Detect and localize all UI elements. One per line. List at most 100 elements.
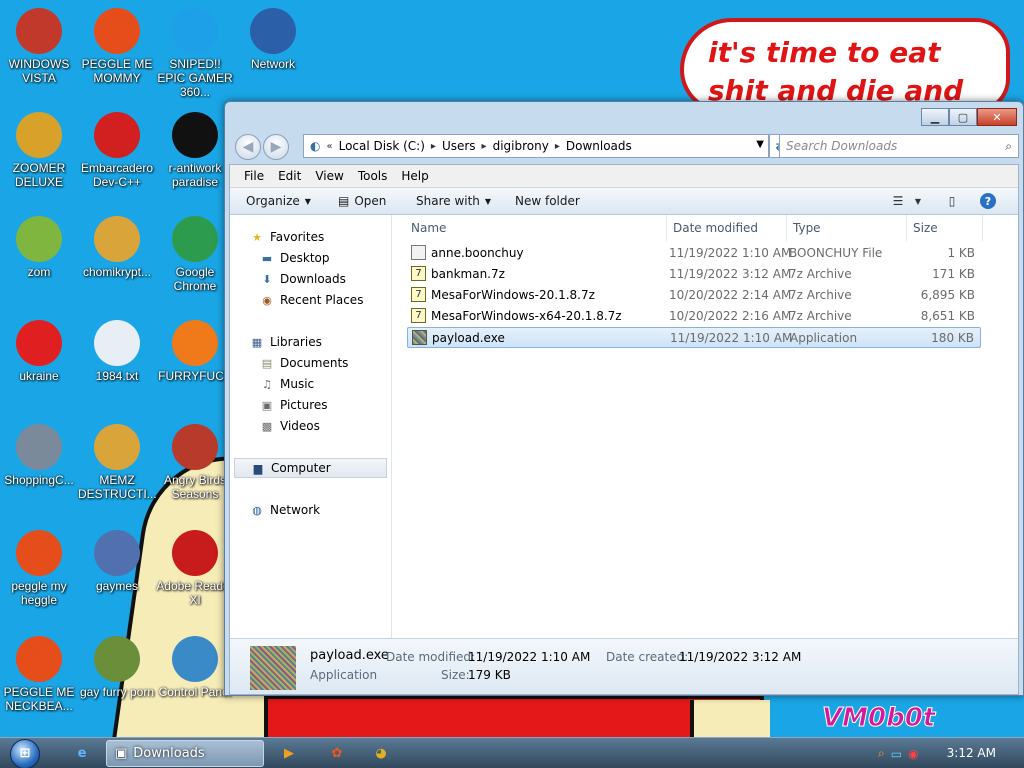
menu-tools[interactable]: Tools <box>358 169 388 183</box>
search-tray-icon[interactable]: ⌕ <box>878 746 885 761</box>
new-folder-button[interactable]: New folder <box>515 194 580 208</box>
nav-favorites[interactable]: ★ Favorites <box>250 227 391 247</box>
desktop-icon-item[interactable]: ZOOMER DELUXE <box>0 112 78 189</box>
desktop-icon-item[interactable]: 1984.txt <box>78 320 156 383</box>
nav-desktop[interactable]: ▬ Desktop <box>260 248 391 268</box>
chrome-icon[interactable]: ◕ <box>370 740 392 767</box>
desktop-icon-item[interactable]: SNIPED!! EPIC GAMER 360... <box>156 8 234 99</box>
nav-videos[interactable]: ▩ Videos <box>260 416 391 436</box>
display-tray-icon[interactable]: ▭ <box>891 747 902 761</box>
menu-edit[interactable]: Edit <box>278 169 301 183</box>
menu-file[interactable]: File <box>244 169 264 183</box>
pinned-app-icon[interactable]: ✿ <box>326 740 348 767</box>
file-row[interactable]: payload.exe 11/19/2022 1:10 AM Application… <box>407 327 981 348</box>
desktop-icon-item[interactable]: Adobe Reader XI <box>156 530 234 607</box>
nav-pictures[interactable]: ▣ Pictures <box>260 395 391 415</box>
explorer-window[interactable]: ▁ ▢ ✕ ◀ ▶ ◐ « Local Disk (C:) ▸ Users ▸ … <box>224 101 1024 696</box>
desktop-icon-item[interactable]: ukraine <box>0 320 78 383</box>
address-bar[interactable]: ◐ « Local Disk (C:) ▸ Users ▸ digibrony … <box>303 134 769 158</box>
desktop-icon-item[interactable]: WINDOWS VISTA <box>0 8 78 85</box>
breadcrumb-separator-icon[interactable]: ▸ <box>482 141 487 152</box>
nav-music[interactable]: ♫ Music <box>260 374 391 394</box>
breadcrumb-separator-icon[interactable]: ▸ <box>555 141 560 152</box>
breadcrumb-downloads[interactable]: Downloads <box>566 139 632 153</box>
open-button[interactable]: ▤ Open <box>338 194 386 208</box>
file-type: BOONCHUY File <box>789 246 883 260</box>
breadcrumb-local-disk[interactable]: Local Disk (C:) <box>339 139 425 153</box>
nav-downloads[interactable]: ⬇ Downloads <box>260 269 391 289</box>
menu-view[interactable]: View <box>315 169 343 183</box>
view-options-icon[interactable]: ☰ <box>888 192 908 210</box>
menu-help[interactable]: Help <box>401 169 428 183</box>
organize-button[interactable]: Organize ▼ <box>246 194 311 208</box>
column-date-label: Date modified <box>673 221 759 235</box>
desktop-icon-item[interactable]: chomikrypt... <box>78 216 156 279</box>
desktop-icon-item[interactable]: Network <box>234 8 312 71</box>
search-icon[interactable]: ⌕ <box>1005 139 1012 154</box>
controlpanel-icon <box>172 636 218 682</box>
search-placeholder: Search Downloads <box>786 139 898 153</box>
pictures-icon: ▣ <box>261 398 273 412</box>
star-icon: ★ <box>252 230 262 244</box>
preview-pane-icon[interactable]: ▯ <box>942 192 962 210</box>
file-row[interactable]: 7 MesaForWindows-x64-20.1.8.7z 10/20/2022 … <box>407 306 981 327</box>
file-row[interactable]: 7 bankman.7z 11/19/2022 3:12 AM 7z Archive 1… <box>407 264 981 285</box>
clock[interactable]: 3:12 AM <box>947 746 996 760</box>
view-dropdown-icon[interactable]: ▼ <box>908 192 928 210</box>
open-label: Open <box>354 194 387 208</box>
maximize-button[interactable]: ▢ <box>949 108 977 126</box>
nav-recent-places[interactable]: ◉ Recent Places <box>260 290 391 310</box>
ie-icon[interactable]: e <box>68 740 96 767</box>
desktop-icon-item[interactable]: gaymes <box>78 530 156 593</box>
desktop-icon-item[interactable]: zom <box>0 216 78 279</box>
nav-documents[interactable]: ▤ Documents <box>260 353 391 373</box>
nav-desktop-label: Desktop <box>280 251 330 265</box>
close-button[interactable]: ✕ <box>977 108 1017 126</box>
desktop-icon-item[interactable]: PEGGLE ME NECKBEA... <box>0 636 78 713</box>
column-type-label: Type <box>793 221 821 235</box>
window-titlebar[interactable]: ▁ ▢ ✕ <box>225 102 1023 132</box>
taskbar-explorer-window[interactable]: ▣ Downloads <box>106 740 264 767</box>
media-player-icon[interactable]: ▶ <box>278 740 300 767</box>
forward-button[interactable]: ▶ <box>263 134 289 160</box>
desktop-icon-item[interactable]: FURRYFUCK <box>156 320 234 383</box>
games-icon <box>94 530 140 576</box>
desktop-icon-item[interactable]: PEGGLE ME MOMMY <box>78 8 156 85</box>
address-dropdown-icon[interactable]: ▼ <box>756 139 764 150</box>
desktop-icon-item[interactable]: Embarcadero Dev-C++ <box>78 112 156 189</box>
desktop-icon-item[interactable]: ShoppingC... <box>0 424 78 487</box>
record-tray-icon[interactable]: ◉ <box>908 747 918 761</box>
desktop-icon-item[interactable]: Google Chrome <box>156 216 234 293</box>
desktop-icon-item[interactable]: peggle my heggle <box>0 530 78 607</box>
file-row[interactable]: 7 MesaForWindows-20.1.8.7z 10/20/2022 2:14… <box>407 285 981 306</box>
antiwork-icon <box>172 112 218 158</box>
minimize-button[interactable]: ▁ <box>921 108 949 126</box>
desktop-icon-item[interactable]: MEMZ DESTRUCTI... <box>78 424 157 501</box>
desktop-icon-item[interactable]: Control Panel <box>156 636 234 699</box>
nav-recent-label: Recent Places <box>280 293 364 307</box>
start-button[interactable]: ⊞ <box>6 738 44 768</box>
nav-videos-label: Videos <box>280 419 320 433</box>
search-box[interactable]: Search Downloads ⌕ <box>779 134 1019 158</box>
file-row[interactable]: anne.boonchuy 11/19/2022 1:10 AM BOONCHUY … <box>407 243 981 264</box>
column-type[interactable]: Type <box>787 215 907 241</box>
nav-libraries[interactable]: ▦ Libraries <box>250 332 391 352</box>
desktop-icon-item[interactable]: gay furry porn <box>78 636 156 699</box>
desktop-icon-item[interactable]: r-antiwork paradise <box>156 112 234 189</box>
back-button[interactable]: ◀ <box>235 134 261 160</box>
breadcrumb-users[interactable]: Users <box>442 139 476 153</box>
breadcrumb-overflow-icon[interactable]: « <box>326 141 332 152</box>
nav-computer[interactable]: ▆ Computer <box>234 458 387 478</box>
libraries-icon: ▦ <box>251 335 263 349</box>
column-date-modified[interactable]: Date modified <box>667 215 787 241</box>
file-size: 1 KB <box>947 246 975 260</box>
desktop-icon-item[interactable]: Angry Birds Seasons <box>156 424 234 501</box>
breadcrumb-user[interactable]: digibrony <box>493 139 549 153</box>
nav-network[interactable]: ◍ Network <box>250 500 391 520</box>
help-button[interactable]: ? <box>978 192 998 210</box>
column-name[interactable]: Name <box>405 215 667 241</box>
column-name-label: Name <box>411 221 447 235</box>
breadcrumb-separator-icon[interactable]: ▸ <box>431 141 436 152</box>
column-size[interactable]: Size <box>907 215 983 241</box>
share-with-button[interactable]: Share with ▼ <box>416 194 491 208</box>
